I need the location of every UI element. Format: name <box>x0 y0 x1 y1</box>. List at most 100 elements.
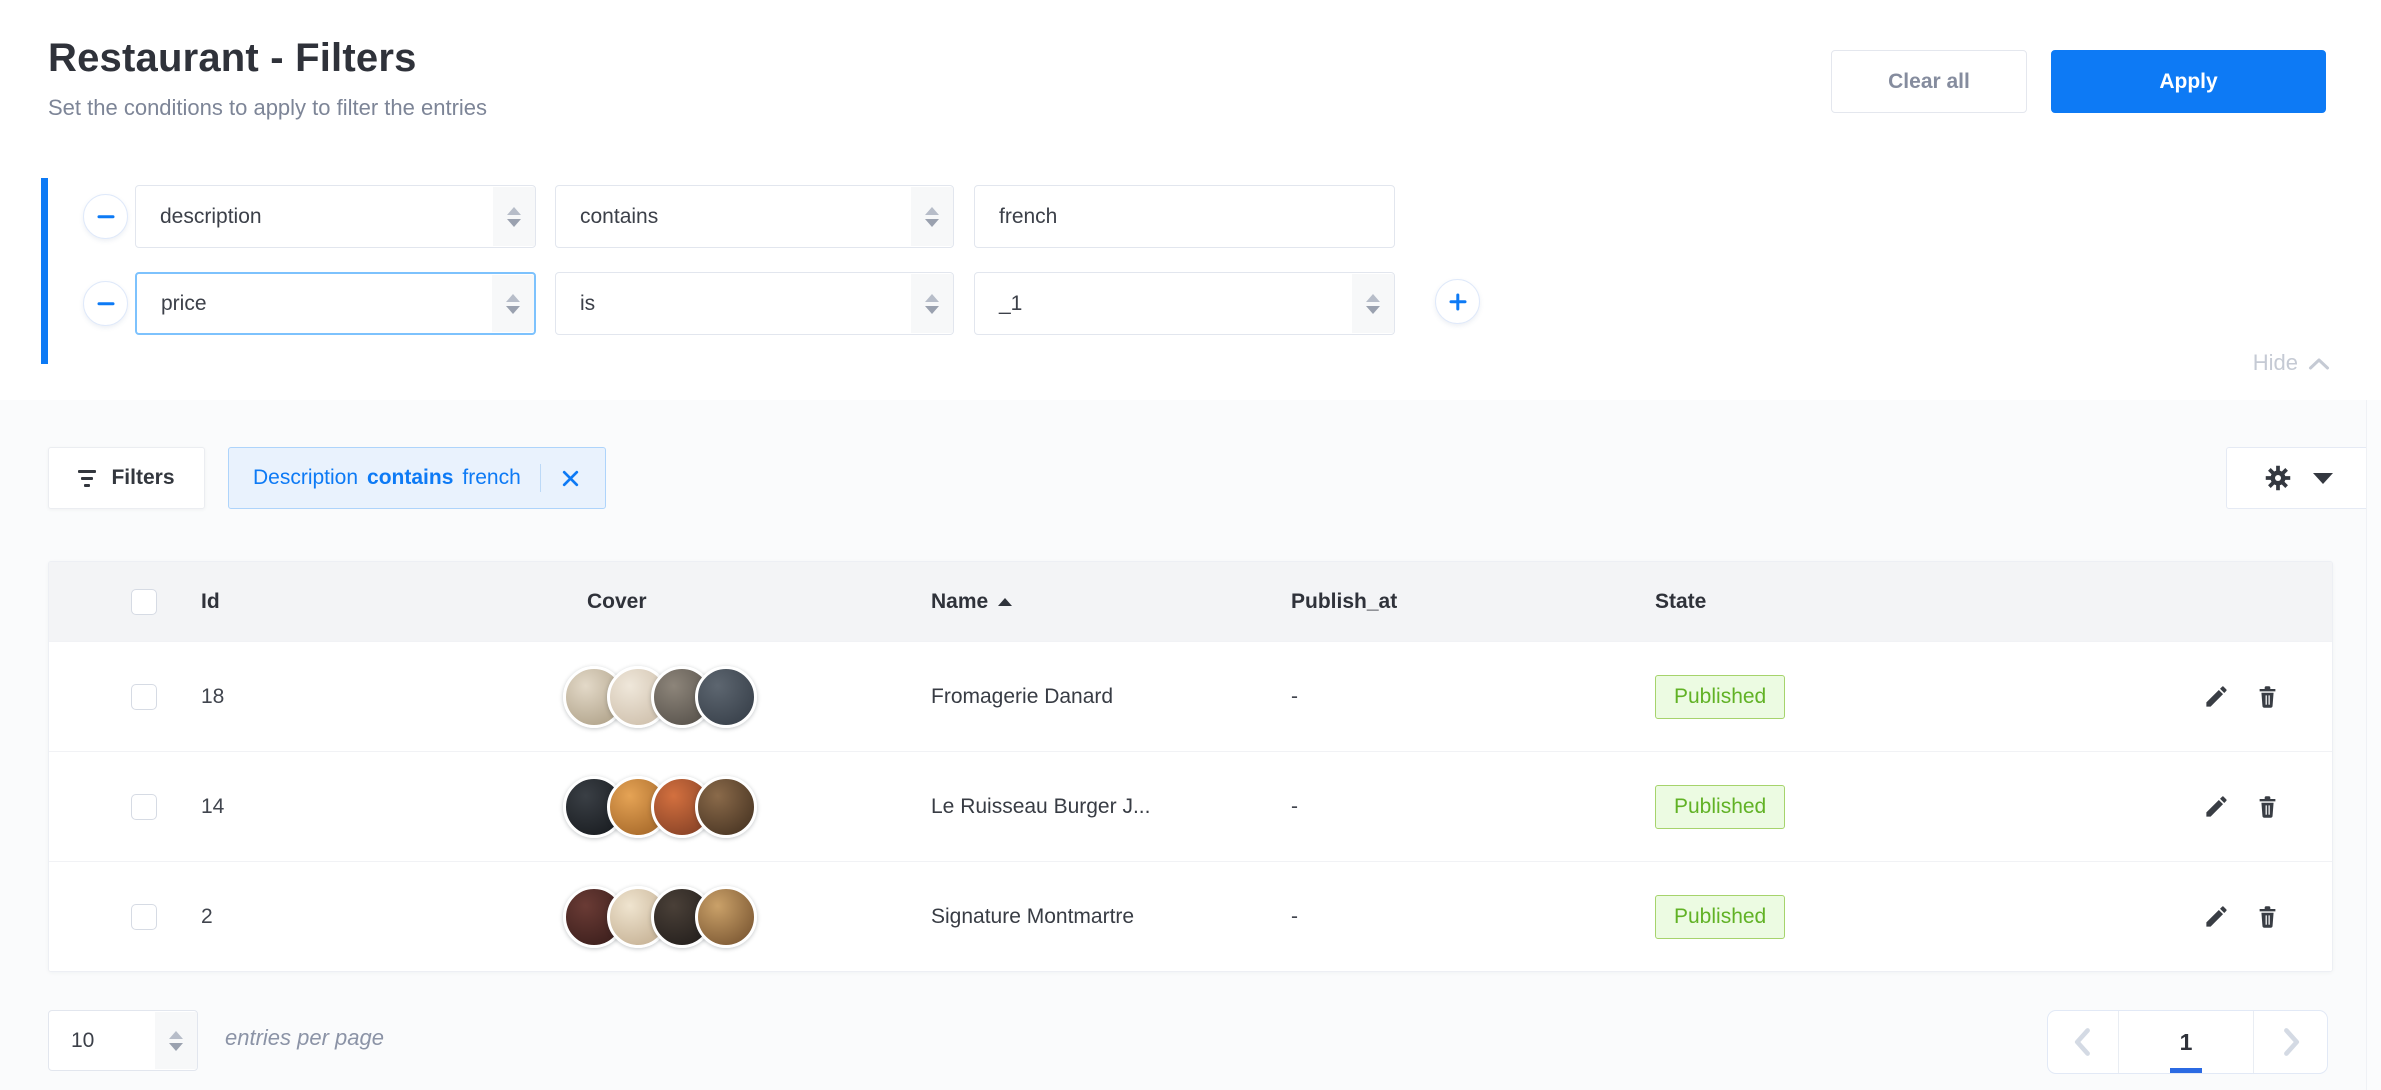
settings-dropdown-button[interactable] <box>2226 447 2370 509</box>
row-publish-at: - <box>1291 905 1655 929</box>
select-spinner-icon <box>1352 274 1394 333</box>
row-id: 2 <box>201 905 587 929</box>
previous-page-button[interactable] <box>2048 1011 2118 1073</box>
filter-field-select[interactable]: description <box>135 185 536 248</box>
filter-operator-value: contains <box>556 205 658 229</box>
cover-photo <box>695 886 757 948</box>
row-checkbox[interactable] <box>131 794 157 820</box>
row-id: 14 <box>201 795 587 819</box>
table-header-row: Id Cover Name Publish_at State <box>49 562 2332 641</box>
filter-operator-select[interactable]: contains <box>555 185 954 248</box>
filter-field-select[interactable]: price <box>135 272 536 335</box>
row-cover <box>587 776 931 838</box>
table-row[interactable]: 18 Fromagerie Danard - Published <box>49 641 2332 751</box>
row-cover <box>587 666 931 728</box>
table-row[interactable]: 14 Le Ruisseau Burger J... - Published <box>49 751 2332 861</box>
delete-button[interactable] <box>2254 793 2281 820</box>
select-all-checkbox[interactable] <box>131 589 157 615</box>
row-checkbox[interactable] <box>131 904 157 930</box>
row-actions <box>2132 683 2332 710</box>
content-section: Filters Description contains french Id C… <box>0 400 2381 1090</box>
pencil-icon <box>2203 903 2230 930</box>
table-row[interactable]: 2 Signature Montmartre - Published <box>49 861 2332 971</box>
column-header-state[interactable]: State <box>1655 590 2132 614</box>
next-page-button[interactable] <box>2254 1011 2327 1073</box>
hide-filters-link[interactable]: Hide <box>2253 350 2330 376</box>
filter-field-value: description <box>136 205 262 229</box>
edit-button[interactable] <box>2203 793 2230 820</box>
trash-icon <box>2254 683 2281 710</box>
row-state: Published <box>1655 895 2132 939</box>
clear-all-button[interactable]: Clear all <box>1831 50 2027 113</box>
applied-filter-tag[interactable]: Description contains french <box>228 447 606 509</box>
filter-row: price is _1 <box>84 272 1480 335</box>
column-header-id[interactable]: Id <box>201 590 587 614</box>
cover-images <box>563 666 931 728</box>
row-cell-checkbox <box>49 904 201 930</box>
sort-ascending-icon <box>998 598 1012 606</box>
entries-per-page-select[interactable]: 10 <box>48 1010 198 1071</box>
delete-button[interactable] <box>2254 903 2281 930</box>
chevron-up-icon <box>2308 357 2330 370</box>
row-cover <box>587 886 931 948</box>
entries-per-page-label: entries per page <box>225 1025 384 1051</box>
filter-operator-value: is <box>556 292 595 316</box>
row-actions <box>2132 793 2332 820</box>
row-cell-checkbox <box>49 684 201 710</box>
select-spinner-icon <box>911 274 953 333</box>
edit-button[interactable] <box>2203 903 2230 930</box>
filters-button-label: Filters <box>111 466 174 490</box>
tag-value: french <box>462 466 520 490</box>
trash-icon <box>2254 903 2281 930</box>
filter-operator-select[interactable]: is <box>555 272 954 335</box>
filter-value: _1 <box>975 292 1022 316</box>
chevron-left-icon <box>2070 1027 2096 1057</box>
filter-icon <box>78 470 96 487</box>
row-state: Published <box>1655 675 2132 719</box>
entries-table: Id Cover Name Publish_at State 18 Fromag… <box>48 561 2333 972</box>
minus-icon <box>97 215 114 218</box>
pencil-icon <box>2203 683 2230 710</box>
column-header-name[interactable]: Name <box>931 590 1291 614</box>
chevron-right-icon <box>2278 1027 2304 1057</box>
close-icon[interactable] <box>560 468 581 489</box>
cover-images <box>563 886 931 948</box>
filter-value-input[interactable] <box>974 185 1395 248</box>
row-checkbox[interactable] <box>131 684 157 710</box>
hide-label: Hide <box>2253 350 2298 376</box>
pencil-icon <box>2203 793 2230 820</box>
pagination: 1 <box>2047 1010 2328 1074</box>
remove-filter-button[interactable] <box>83 281 128 326</box>
row-actions <box>2132 903 2332 930</box>
remove-filter-button[interactable] <box>83 194 128 239</box>
table-body: 18 Fromagerie Danard - Published 14 Le R… <box>49 641 2332 971</box>
page-title: Restaurant - Filters <box>48 34 417 82</box>
select-spinner-icon <box>492 275 534 332</box>
cover-photo <box>695 776 757 838</box>
filter-row: description contains <box>84 185 1395 248</box>
current-page-underline <box>2170 1068 2202 1073</box>
cover-images <box>563 776 931 838</box>
tag-operator: contains <box>367 466 453 490</box>
scrollbar[interactable] <box>2366 400 2381 1090</box>
edit-button[interactable] <box>2203 683 2230 710</box>
chevron-down-icon <box>2313 473 2333 484</box>
page-subtitle: Set the conditions to apply to filter th… <box>48 95 487 121</box>
column-header-publish-at[interactable]: Publish_at <box>1291 590 1655 614</box>
apply-button[interactable]: Apply <box>2051 50 2326 113</box>
header-cell-checkbox <box>49 589 201 615</box>
select-spinner-icon <box>493 187 535 246</box>
row-name: Signature Montmartre <box>931 905 1291 929</box>
filters-button[interactable]: Filters <box>48 447 205 509</box>
filter-accent-bar <box>41 178 48 364</box>
row-publish-at: - <box>1291 795 1655 819</box>
row-cell-checkbox <box>49 794 201 820</box>
add-filter-button[interactable] <box>1435 279 1480 324</box>
row-name: Le Ruisseau Burger J... <box>931 795 1291 819</box>
column-header-cover[interactable]: Cover <box>587 590 931 614</box>
current-page-button[interactable]: 1 <box>2118 1011 2254 1073</box>
gear-icon <box>2263 463 2293 493</box>
row-name: Fromagerie Danard <box>931 685 1291 709</box>
filter-value-select[interactable]: _1 <box>974 272 1395 335</box>
delete-button[interactable] <box>2254 683 2281 710</box>
